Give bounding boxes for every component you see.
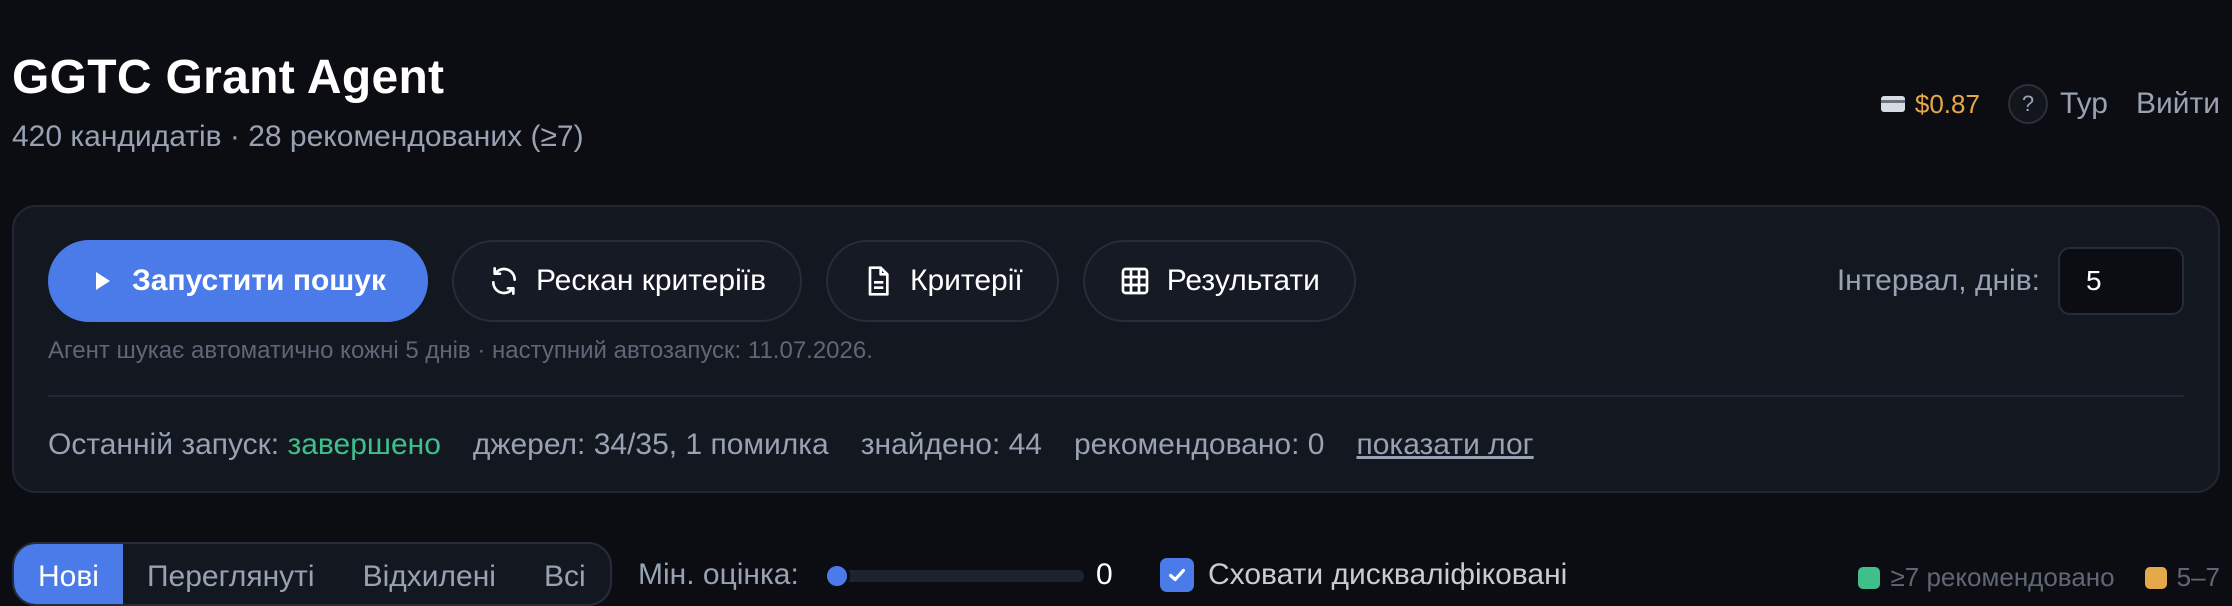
recommended-count: рекомендовано: 0 — [1074, 428, 1325, 461]
header-actions: $0.87 ? Тур Вийти — [1880, 84, 2220, 124]
refresh-icon — [491, 267, 516, 295]
hide-disqualified-label: Сховати дискваліфіковані — [1208, 558, 1568, 591]
interval-label: Інтервал, днів: — [1836, 264, 2040, 297]
balance-indicator: $0.87 — [1880, 88, 1980, 120]
criteria-button[interactable]: Критерії — [826, 240, 1059, 322]
legend-label: ≥7 рекомендовано — [1890, 562, 2115, 592]
show-log-link[interactable]: показати лог — [1356, 428, 1533, 462]
status-tabs: Нові Переглянуті Відхилені Всі — [12, 542, 612, 606]
found-count: знайдено: 44 — [860, 428, 1042, 461]
tab-new[interactable]: Нові — [14, 544, 123, 604]
results-label: Результати — [1166, 264, 1320, 297]
credit-card-icon — [1880, 96, 1905, 112]
run-search-label: Запустити пошук — [132, 264, 386, 297]
legend-item-mid: 5–7 — [2144, 562, 2220, 593]
rescan-criteria-button[interactable]: Рескан критеріїв — [451, 240, 803, 322]
help-icon: ? — [2007, 84, 2048, 124]
rescan-label: Рескан критеріїв — [535, 264, 767, 297]
interval-control: Інтервал, днів: — [1837, 247, 2184, 315]
min-score-slider[interactable] — [824, 563, 1084, 589]
search-control-panel: Запустити пошук Рескан критеріїв Критері… — [12, 205, 2220, 493]
play-icon — [96, 272, 110, 290]
tab-reviewed[interactable]: Переглянуті — [123, 544, 339, 604]
page-title: GGTC Grant Agent — [12, 51, 445, 104]
schedule-note: Агент шукає автоматично кожні 5 днів · н… — [48, 337, 873, 364]
last-run-status: Останній запуск: завершено джерел: 34/35… — [48, 421, 1534, 469]
slider-handle[interactable] — [824, 563, 850, 589]
tour-button[interactable]: ? Тур — [2007, 84, 2108, 124]
document-icon — [868, 266, 889, 296]
legend-label: 5–7 — [2176, 562, 2220, 592]
run-search-button[interactable]: Запустити пошук — [48, 240, 428, 322]
tab-all[interactable]: Всі — [520, 544, 610, 604]
candidate-summary: 420 кандидатів · 28 рекомендованих (≥7) — [12, 120, 584, 153]
tab-rejected[interactable]: Відхилені — [339, 544, 520, 604]
divider — [48, 395, 2184, 397]
last-run-status-value: завершено — [287, 428, 441, 461]
score-legend: ≥7 рекомендовано 5–7 — [1858, 562, 2220, 593]
tour-label: Тур — [2059, 87, 2108, 120]
sources-count: джерел: 34/35, 1 помилка — [472, 428, 829, 461]
checkbox[interactable] — [1160, 558, 1194, 592]
logout-button[interactable]: Вийти — [2136, 87, 2220, 121]
legend-swatch — [2144, 566, 2167, 589]
interval-input[interactable] — [2058, 247, 2184, 315]
last-run-group: Останній запуск: завершено — [48, 428, 441, 462]
last-run-label: Останній запуск: — [48, 428, 280, 461]
legend-swatch — [1858, 566, 1881, 589]
min-score-value: 0 — [1096, 558, 1113, 591]
filter-bar: Нові Переглянуті Відхилені Всі Мін. оцін… — [12, 540, 2220, 606]
results-button[interactable]: Результати — [1082, 240, 1356, 322]
hide-disqualified-toggle[interactable]: Сховати дискваліфіковані — [1160, 558, 1567, 592]
min-score-label: Мін. оцінка: — [638, 558, 799, 591]
criteria-label: Критерії — [910, 264, 1023, 297]
balance-value: $0.87 — [1914, 88, 1980, 119]
table-icon — [1121, 267, 1149, 295]
action-bar: Запустити пошук Рескан критеріїв Критері… — [48, 239, 2184, 323]
checkmark-icon — [1168, 568, 1186, 582]
app-header: GGTC Grant Agent 420 кандидатів · 28 рек… — [12, 50, 2220, 160]
legend-item-recommended: ≥7 рекомендовано — [1858, 562, 2115, 593]
